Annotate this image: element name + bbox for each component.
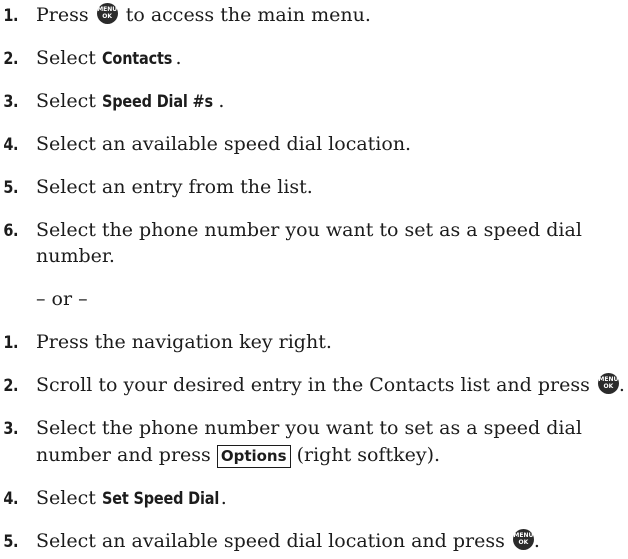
step-text: . — [175, 47, 182, 69]
instruction-document: 1. Press MENU OK to access the main menu. … — [0, 0, 628, 559]
step-number: 5. — [3, 178, 19, 198]
step-number: 4. — [3, 135, 19, 155]
step-text: . — [220, 487, 227, 509]
step-text: Select the phone number you want to set … — [36, 417, 582, 439]
options-softkey: Options — [216, 445, 291, 468]
step-text: number and press — [36, 444, 211, 466]
step-text: Select — [36, 487, 96, 509]
alt-step-1-nav-right: 1. Press the navigation key right. — [0, 330, 628, 356]
step-3-select-speed-dial: 3. Select Speed Dial #s. — [0, 89, 628, 115]
step-text: Press the navigation key right. — [36, 331, 332, 353]
step-number: 1. — [3, 6, 19, 26]
step-number: 5. — [3, 532, 19, 552]
step-2-select-contacts: 2. Select Contacts. — [0, 46, 628, 72]
step-number: 4. — [3, 489, 19, 509]
step-number: 6. — [3, 221, 19, 241]
alt-step-5-select-location: 5. Select an available speed dial locatio… — [0, 529, 628, 555]
step-number: 2. — [3, 49, 19, 69]
menu-ok-key-icon: MENU OK — [597, 373, 619, 394]
step-text: Select — [36, 90, 96, 112]
step-text: Select an available speed dial location. — [36, 133, 412, 155]
alt-step-3-continuation: number and press Options (right softkey)… — [36, 443, 440, 468]
step-text: Select an entry from the list. — [36, 176, 313, 198]
step-5-select-entry: 5. Select an entry from the list. — [0, 175, 628, 201]
alt-step-2-scroll-entry: 2. Scroll to your desired entry in the Co… — [0, 373, 628, 399]
step-number: 3. — [3, 419, 19, 439]
step-6-select-number: 6. Select the phone number you want to se… — [0, 218, 628, 244]
step-1-press-menu: 1. Press MENU OK to access the main menu. — [0, 3, 628, 29]
step-text: Select the phone number you want to set … — [36, 219, 582, 241]
menu-ok-key-icon: MENU OK — [96, 3, 118, 24]
step-text: Select an available speed dial location … — [36, 530, 505, 552]
step-6-continuation: number. — [36, 245, 115, 267]
step-number: 1. — [3, 333, 19, 353]
alt-step-4-set-speed-dial: 4. Select Set Speed Dial. — [0, 486, 628, 512]
step-text: . — [218, 90, 225, 112]
alt-step-3-select-number: 3. Select the phone number you want to se… — [0, 416, 628, 442]
step-text: . — [618, 374, 625, 396]
step-text: to access the main menu. — [125, 4, 371, 26]
or-separator: – or – — [36, 288, 88, 310]
menu-item-speed-dial: Speed Dial #s — [101, 92, 213, 112]
step-text: (right softkey). — [296, 444, 441, 466]
step-number: 2. — [3, 376, 19, 396]
step-text: Select — [36, 47, 96, 69]
step-4-select-location: 4. Select an available speed dial locatio… — [0, 132, 628, 158]
menu-item-set-speed-dial: Set Speed Dial — [101, 489, 220, 509]
step-number: 3. — [3, 92, 19, 112]
step-text: Press — [36, 4, 89, 26]
menu-ok-key-icon: MENU OK — [512, 529, 534, 550]
step-text: Scroll to your desired entry in the Cont… — [36, 374, 590, 396]
step-text: . — [533, 530, 540, 552]
menu-item-contacts: Contacts — [101, 49, 173, 69]
